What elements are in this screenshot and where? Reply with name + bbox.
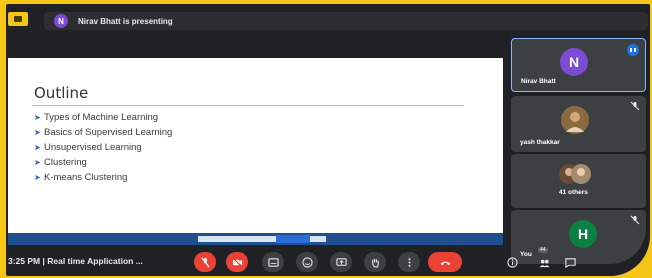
camera-off-icon bbox=[231, 256, 243, 268]
slide-title: Outline bbox=[34, 84, 89, 102]
presenter-avatar: N bbox=[54, 14, 68, 28]
more-options-button[interactable] bbox=[398, 252, 420, 272]
raise-hand-button[interactable] bbox=[364, 252, 386, 272]
avatar: H bbox=[569, 220, 597, 248]
more-vert-icon bbox=[407, 257, 411, 267]
captions-icon bbox=[267, 257, 279, 267]
leave-call-button[interactable] bbox=[428, 252, 462, 272]
bullet-arrow-icon: ➤ bbox=[34, 158, 41, 167]
hang-up-icon bbox=[440, 261, 450, 265]
bullet-item: ➤ Unsupervised Learning bbox=[34, 142, 142, 153]
chat-icon bbox=[564, 257, 576, 268]
bottom-control-bar: 3:25 PM | Real time Application ... 44 bbox=[6, 246, 650, 276]
reactions-button[interactable] bbox=[296, 252, 318, 272]
mic-off-icon bbox=[200, 257, 210, 267]
hand-icon bbox=[371, 258, 379, 268]
captions-button[interactable] bbox=[262, 252, 284, 272]
present-screen-button[interactable] bbox=[330, 252, 352, 272]
mic-toggle-button[interactable] bbox=[194, 252, 216, 272]
person-photo-icon bbox=[561, 106, 589, 134]
participant-name: yash thakkar bbox=[520, 139, 560, 146]
people-button[interactable]: 44 bbox=[534, 247, 554, 272]
bullet-arrow-icon: ➤ bbox=[34, 128, 41, 137]
people-icon bbox=[538, 259, 550, 267]
participant-tile[interactable]: yash thakkar bbox=[511, 96, 646, 152]
mic-off-icon bbox=[630, 101, 640, 111]
avatar: N bbox=[560, 48, 588, 76]
shared-slide: Outline ➤ Types of Machine Learning ➤ Basi… bbox=[8, 58, 503, 233]
bullet-arrow-icon: ➤ bbox=[34, 173, 41, 182]
presenting-banner[interactable]: N Nirav Bhatt is presenting bbox=[44, 12, 648, 30]
bullet-item: ➤ Types of Machine Learning bbox=[34, 112, 159, 123]
meet-window: N Nirav Bhatt is presenting Outline ➤ Typ… bbox=[6, 4, 650, 276]
chat-button[interactable] bbox=[562, 252, 578, 272]
footer-button bbox=[276, 235, 310, 243]
slide-bullet-list: ➤ Types of Machine Learning ➤ Basics of Su… bbox=[34, 110, 172, 185]
yellow-frame: N Nirav Bhatt is presenting Outline ➤ Typ… bbox=[0, 0, 652, 278]
participant-tile-others[interactable]: 41 others bbox=[511, 154, 646, 208]
meeting-info-button[interactable] bbox=[504, 252, 520, 272]
group-avatars-icon bbox=[559, 164, 591, 184]
bullet-arrow-icon: ➤ bbox=[34, 143, 41, 152]
app-badge-icon bbox=[8, 12, 28, 26]
speaking-indicator-icon bbox=[627, 44, 639, 56]
camera-toggle-button[interactable] bbox=[226, 252, 248, 272]
profile-photo bbox=[561, 106, 589, 134]
emoji-icon bbox=[301, 256, 313, 268]
participant-name: Nirav Bhatt bbox=[521, 78, 556, 85]
slide-footer-bar bbox=[8, 233, 503, 245]
participant-tile-presenter[interactable]: N Nirav Bhatt bbox=[511, 38, 646, 92]
top-bar: N Nirav Bhatt is presenting bbox=[6, 4, 650, 34]
participant-count-badge: 44 bbox=[538, 247, 548, 253]
bullet-item: ➤ Clustering bbox=[34, 157, 87, 168]
mic-off-icon bbox=[630, 215, 640, 225]
bullet-item: ➤ Basics of Supervised Learning bbox=[34, 127, 173, 138]
info-icon bbox=[506, 256, 518, 268]
present-screen-icon bbox=[335, 257, 347, 266]
participant-name: 41 others bbox=[559, 189, 588, 196]
bullet-item: ➤ K-means Clustering bbox=[34, 172, 128, 183]
meeting-time-and-title: 3:25 PM | Real time Application ... bbox=[8, 256, 143, 266]
bullet-arrow-icon: ➤ bbox=[34, 113, 41, 122]
slide-divider bbox=[32, 105, 464, 106]
presenting-label: Nirav Bhatt is presenting bbox=[78, 16, 173, 26]
